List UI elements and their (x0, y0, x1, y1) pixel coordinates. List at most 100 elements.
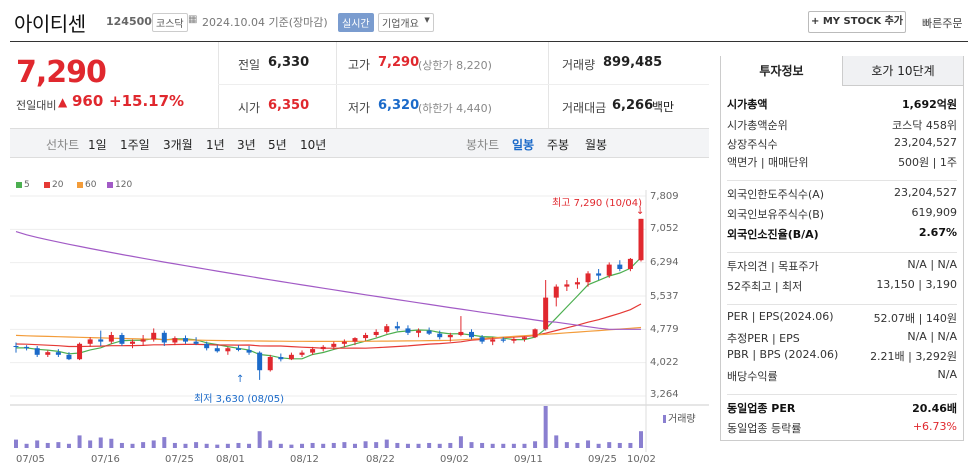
down-arrow-icon: ↓ (636, 206, 645, 217)
x-tick: 09/11 (514, 454, 543, 465)
mystock-add-button[interactable]: + MY STOCK 추가 (808, 11, 906, 33)
tab-order-book[interactable]: 호가 10단계 (842, 56, 963, 86)
up-arrow-icon: ↑ (236, 374, 245, 385)
low-label: 저가 (348, 101, 371, 115)
candle-body (55, 352, 61, 355)
market-tag: 코스닥 (152, 13, 188, 32)
info-value: 20.46배 (912, 402, 957, 415)
candle-monthly[interactable]: 월봉 (585, 136, 607, 153)
candle-body (77, 343, 83, 360)
candle-body (267, 357, 273, 371)
info-value: N/A | N/A (907, 258, 957, 271)
info-label: 투자의견 | 목표주가 (727, 260, 819, 273)
change-percent: +15.17% (109, 92, 185, 110)
info-value: 1,692억원 (901, 98, 957, 111)
info-value: N/A (937, 368, 957, 381)
info-label: PER | EPS(2024.06) (727, 310, 834, 323)
candle-body (331, 343, 337, 347)
candle-body (363, 335, 369, 339)
info-label: 추정PER | EPS (727, 332, 800, 345)
volume-bar (480, 442, 485, 448)
x-tick: 07/05 (16, 454, 45, 465)
info-label: 배당수익률 (727, 370, 778, 383)
candle-body (574, 282, 580, 285)
candle-body (320, 346, 326, 350)
volume-bar (374, 442, 379, 448)
price-chart[interactable] (0, 190, 710, 467)
candle-body (66, 354, 72, 360)
low-annotation: 최저 3,630 (08/05) (194, 394, 285, 405)
volume-bar (257, 431, 262, 448)
candle-chart-label: 봉차트 (466, 138, 500, 152)
period-1y[interactable]: 1년 (206, 136, 225, 153)
volume-bar (289, 444, 294, 448)
candle-body (225, 348, 231, 352)
candle-weekly[interactable]: 주봉 (547, 136, 569, 153)
volume-bar (352, 443, 357, 448)
candle-body (384, 326, 390, 332)
volume-bar (554, 435, 559, 448)
volume-bar (45, 442, 50, 448)
period-1d[interactable]: 1일 (88, 136, 107, 153)
y-tick: 7,052 (650, 223, 679, 234)
period-10y[interactable]: 10년 (300, 136, 326, 153)
volume-bar (141, 442, 146, 448)
volume-bar (88, 440, 93, 448)
line-chart-label: 선차트 (46, 138, 80, 152)
y-tick: 6,294 (650, 257, 679, 268)
calendar-icon: ▦ (188, 14, 198, 25)
volume-bar (448, 442, 453, 448)
candle-daily[interactable]: 일봉 (512, 136, 534, 153)
volume-bar (204, 443, 209, 448)
candle-body (130, 341, 136, 344)
candle-body (426, 330, 432, 334)
volume-bar (310, 442, 315, 448)
volume-bar (77, 435, 82, 448)
y-tick: 3,264 (650, 389, 679, 400)
period-5y[interactable]: 5년 (268, 136, 287, 153)
quick-order-link[interactable]: 빠른주문 (922, 15, 962, 31)
volume-bar (14, 439, 18, 448)
x-tick: 07/25 (165, 454, 194, 465)
candle-body (500, 339, 506, 341)
candle-body (564, 284, 570, 287)
info-value: 2.21배 | 3,292원 (870, 350, 957, 363)
volume-bar (490, 443, 495, 448)
company-overview-tag[interactable]: 기업개요 ▼ (378, 13, 434, 32)
info-value: 2.67% (918, 226, 957, 239)
volume-bar (575, 442, 580, 448)
stock-name: 아이티센 (14, 12, 86, 36)
open-label: 시가 (238, 101, 261, 115)
realtime-tag[interactable]: 실시간 (338, 13, 374, 32)
x-tick: 08/01 (216, 454, 245, 465)
low-value: 6,320 (378, 98, 420, 113)
candle-body (108, 335, 114, 342)
high-label: 고가 (348, 58, 371, 72)
open-value: 6,350 (268, 98, 310, 113)
candle-body (278, 357, 284, 360)
info-value: 619,909 (911, 206, 958, 219)
volume-bar (215, 444, 220, 448)
candle-body (98, 339, 104, 342)
tab-investment-info[interactable]: 투자정보 (721, 56, 842, 86)
period-3y[interactable]: 3년 (237, 136, 256, 153)
info-label: 시가총액순위 (727, 119, 788, 132)
period-1w[interactable]: 1주일 (120, 136, 150, 153)
info-label: 외국인보유주식수(B) (727, 208, 825, 221)
candle-body (341, 341, 347, 344)
amount-label: 거래대금 (562, 101, 607, 115)
period-3m[interactable]: 3개월 (163, 136, 193, 153)
volume-bar (628, 442, 633, 448)
volume-bar (35, 440, 40, 448)
candle-body (606, 264, 612, 276)
candle-body (553, 286, 559, 298)
info-label: 외국인한도주식수(A) (727, 188, 825, 201)
legend-ma60: 60 (77, 180, 96, 190)
mystock-label: + MY STOCK 추가 (810, 16, 904, 27)
x-tick: 08/12 (290, 454, 319, 465)
volume-bar (247, 443, 252, 448)
stock-code: 124500 (106, 15, 152, 28)
candle-body (511, 338, 517, 341)
candle-body (405, 328, 411, 333)
info-label: 액면가 | 매매단위 (727, 156, 809, 169)
